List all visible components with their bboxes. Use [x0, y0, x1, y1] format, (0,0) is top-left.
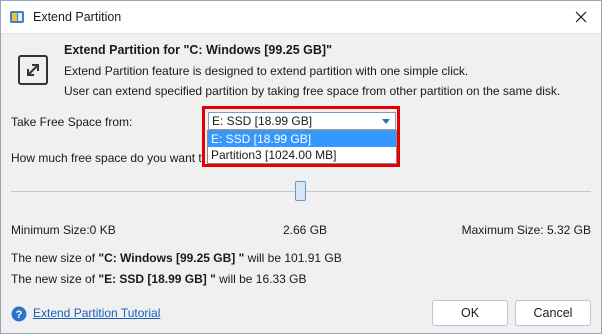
new-size-e-partition: "E: SSD [18.99 GB] ": [98, 272, 216, 286]
dropdown-option-partition3[interactable]: Partition3 [1024.00 MB]: [208, 147, 396, 163]
dialog-heading: Extend Partition for "C: Windows [99.25 …: [64, 43, 333, 57]
new-size-c-partition: "C: Windows [99.25 GB] ": [98, 251, 245, 265]
extend-partition-dialog: Extend Partition Extend Partition for "C…: [0, 0, 602, 334]
svg-text:?: ?: [16, 309, 23, 321]
extend-arrows-icon: [18, 55, 48, 85]
new-size-c-line: The new size of "C: Windows [99.25 GB] "…: [11, 251, 342, 265]
how-much-label: How much free space do you want to take:: [11, 151, 202, 165]
help-icon[interactable]: ?: [11, 306, 27, 322]
close-icon: [575, 11, 587, 23]
current-size-label: 2.66 GB: [283, 223, 328, 237]
close-button[interactable]: [561, 1, 601, 33]
new-size-e-value: will be 16.33 GB: [215, 272, 307, 286]
ok-button[interactable]: OK: [432, 300, 508, 326]
slider-thumb[interactable]: [295, 181, 306, 201]
minimum-size-label: Minimum Size:0 KB: [11, 223, 116, 237]
title-bar: Extend Partition: [1, 1, 601, 34]
description-line-1: Extend Partition feature is designed to …: [64, 64, 469, 78]
tutorial-link[interactable]: Extend Partition Tutorial: [33, 306, 160, 320]
new-size-prefix: The new size of: [11, 272, 99, 286]
take-free-space-select[interactable]: E: SSD [18.99 GB]: [208, 112, 396, 130]
window-title: Extend Partition: [33, 10, 122, 24]
dropdown-option-e-ssd[interactable]: E: SSD [18.99 GB]: [208, 131, 396, 147]
cancel-button[interactable]: Cancel: [515, 300, 591, 326]
select-current-value: E: SSD [18.99 GB]: [212, 114, 313, 128]
take-free-space-label: Take Free Space from:: [11, 115, 133, 129]
chevron-down-icon: [382, 119, 390, 124]
new-size-e-line: The new size of "E: SSD [18.99 GB] " wil…: [11, 272, 307, 286]
partition-wizard-app-icon: [10, 11, 24, 23]
partition-dropdown-list: E: SSD [18.99 GB] Partition3 [1024.00 MB…: [207, 130, 397, 164]
maximum-size-label: Maximum Size: 5.32 GB: [461, 223, 591, 237]
new-size-prefix: The new size of: [11, 251, 99, 265]
description-line-2: User can extend specified partition by t…: [64, 84, 561, 98]
new-size-c-value: will be 101.91 GB: [244, 251, 342, 265]
